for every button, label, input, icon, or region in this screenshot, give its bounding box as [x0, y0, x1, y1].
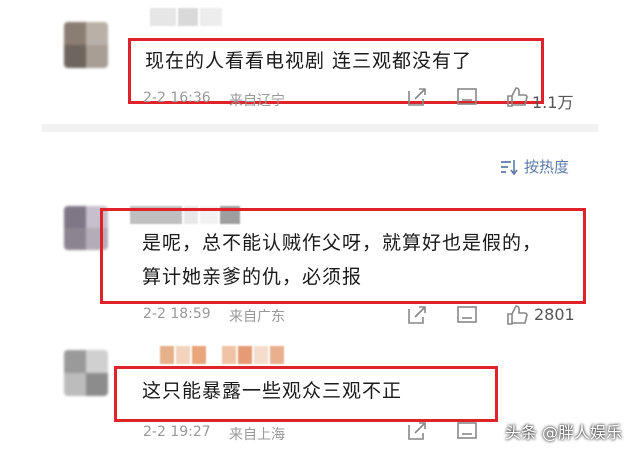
like-icon[interactable] — [506, 86, 528, 108]
sort-icon — [498, 157, 518, 177]
watermark: 头条 @胖人娱乐 — [504, 423, 622, 442]
comment-time: 2-2 16:36 — [143, 90, 211, 106]
comment-icon[interactable] — [456, 420, 478, 442]
like-count: 2801 — [534, 305, 575, 324]
share-icon[interactable] — [406, 86, 428, 108]
comment-text: 现在的人看看电视剧 连三观都没有了 — [145, 50, 473, 72]
avatar[interactable] — [64, 350, 108, 396]
comment-time: 2-2 19:27 — [143, 424, 211, 440]
comment-text-line-1: 是呢，总不能认贼作父呀，就算好也是假的， — [142, 232, 543, 254]
comment-text-line-2: 算计她亲爹的仇，必须报 — [142, 266, 363, 288]
comment-icon[interactable] — [456, 86, 478, 108]
sort-by-hot-button[interactable]: 按热度 — [498, 156, 569, 177]
username-blurred[interactable] — [150, 8, 222, 26]
comment-text: 这只能暴露一些观众三观不正 — [142, 380, 403, 402]
comment-icon[interactable] — [456, 304, 478, 326]
section-divider — [42, 124, 598, 132]
comment-location: 来自广东 — [229, 309, 285, 325]
comment-location: 来自上海 — [229, 427, 285, 443]
comment-time: 2-2 18:59 — [143, 306, 211, 322]
share-icon[interactable] — [406, 304, 428, 326]
like-icon[interactable] — [506, 304, 528, 326]
avatar[interactable] — [64, 22, 108, 68]
comment-location: 来自辽宁 — [229, 93, 285, 109]
sort-label: 按热度 — [524, 158, 570, 176]
share-icon[interactable] — [406, 420, 428, 442]
username-blurred[interactable] — [160, 346, 284, 364]
like-count: 1.1万 — [532, 93, 574, 112]
